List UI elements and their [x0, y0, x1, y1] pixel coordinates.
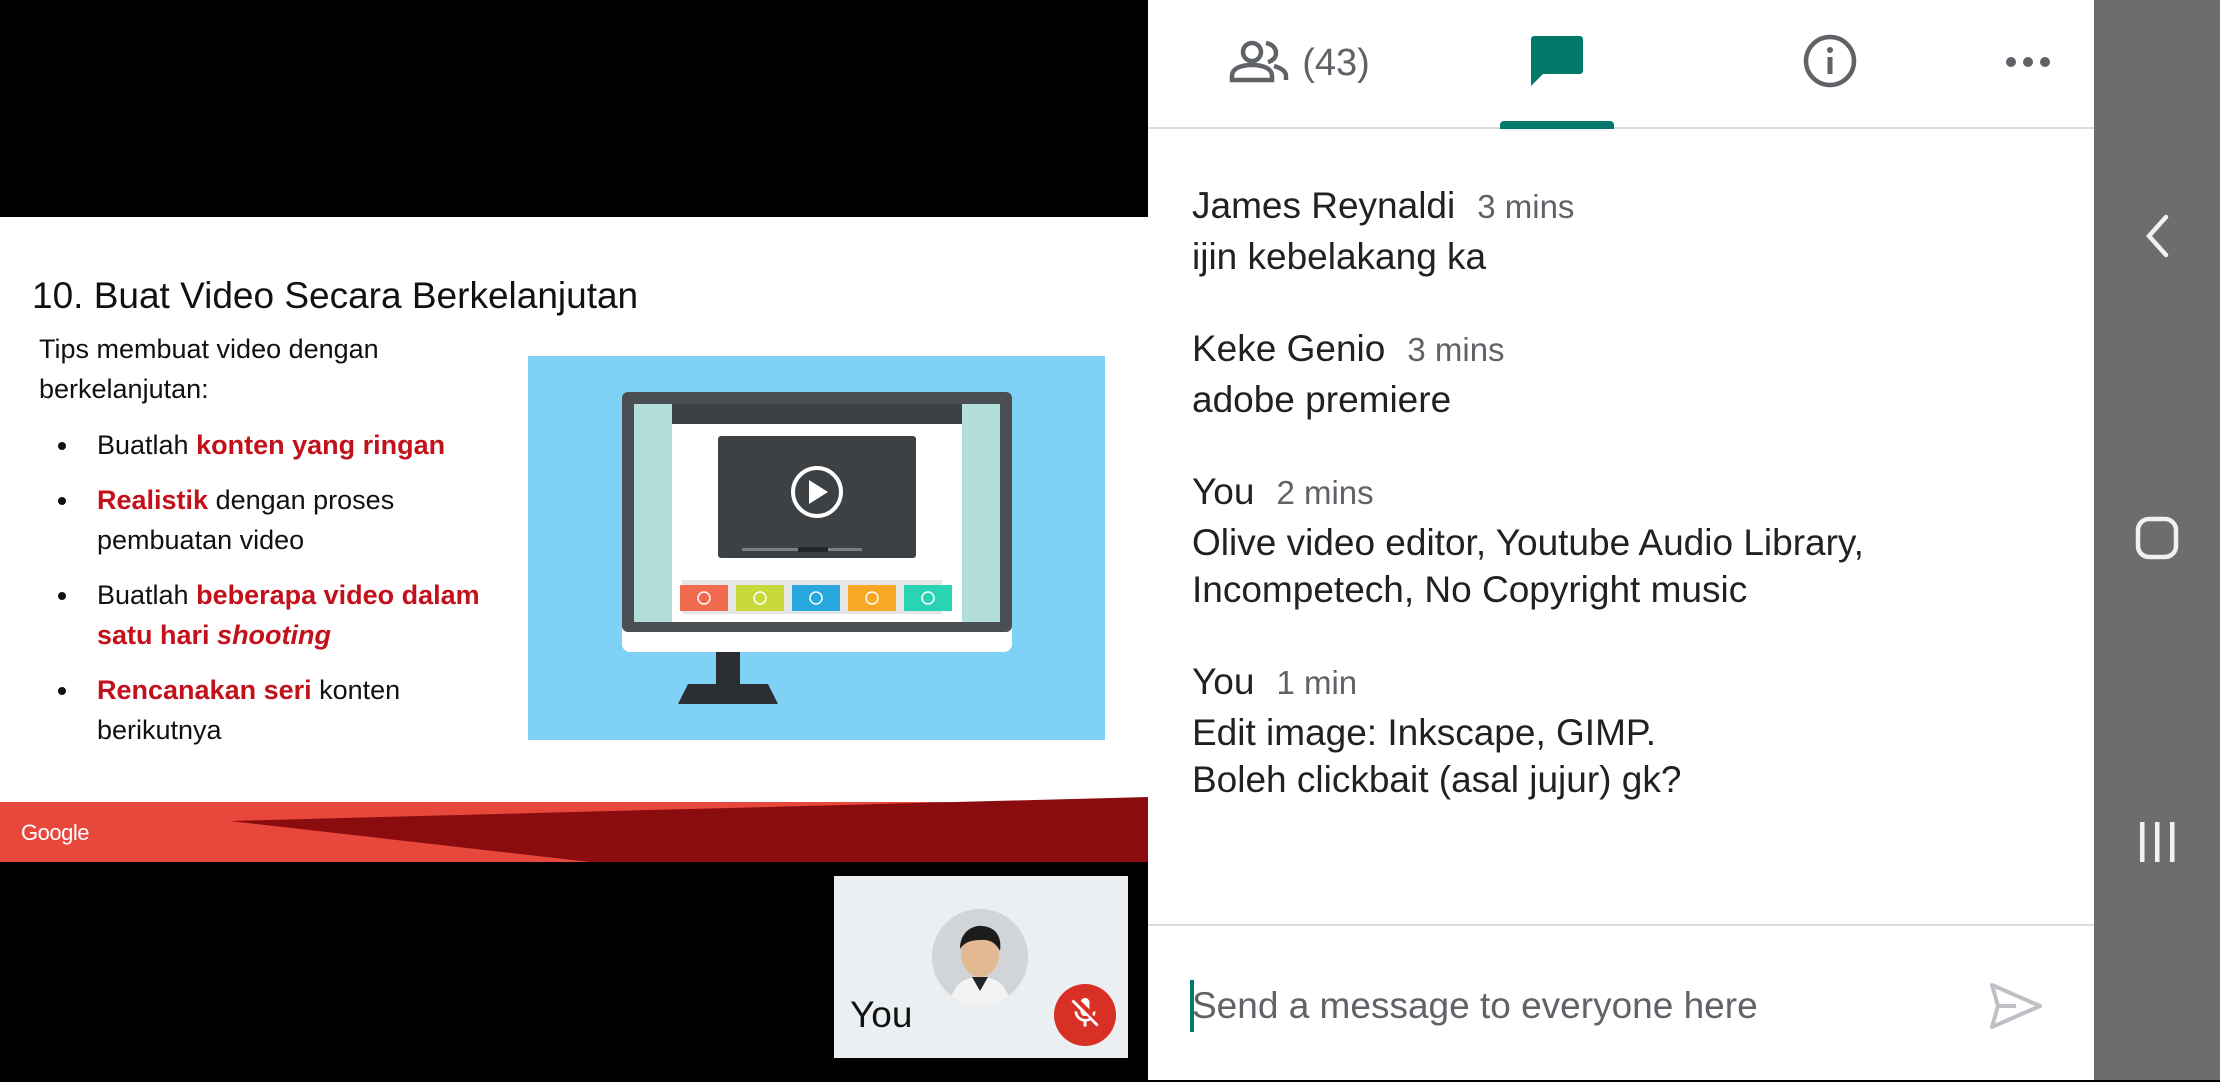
- avatar: [932, 909, 1028, 1005]
- chat-message-header: James Reynaldi 3 mins: [1192, 185, 2062, 227]
- message-sender: Keke Genio: [1192, 328, 1386, 369]
- message-sender: You: [1192, 661, 1255, 702]
- mic-off-icon: [1067, 995, 1103, 1036]
- slide-bullet-item: Buatlah beberapa video dalam satu hari s…: [58, 575, 518, 655]
- message-timestamp: 2 mins: [1276, 474, 1374, 511]
- chat-bubble-icon: [1529, 34, 1585, 93]
- google-logo: Google: [21, 820, 89, 845]
- chat-message-list: James Reynaldi 3 mins ijin kebelakang ka Ke…: [1192, 185, 2062, 851]
- slide-bullet-item: Rencanakan seri konten berikutnya: [58, 670, 518, 750]
- bullet-text: Buatlah: [97, 430, 197, 460]
- message-text: Edit image: Inkscape, GIMP. Boleh clickb…: [1192, 712, 1682, 800]
- message-timestamp: 1 min: [1276, 664, 1358, 701]
- active-tab-indicator: [1500, 121, 1614, 129]
- presentation-slide: 10. Buat Video Secara Berkelanjutan Tips…: [0, 217, 1148, 862]
- side-panel: (43) James Reynaldi 3 mins ijin kebelaka…: [1148, 0, 2094, 1080]
- chat-message-header: You 2 mins: [1192, 471, 2062, 513]
- tab-info[interactable]: [1792, 0, 1868, 127]
- nav-back-button[interactable]: [2127, 208, 2187, 268]
- more-horizontal-icon: [2005, 55, 2051, 73]
- slide-title: 10. Buat Video Secara Berkelanjutan: [32, 275, 639, 316]
- home-icon: [2133, 514, 2181, 567]
- bullet-highlight-text: konten yang ringan: [196, 430, 446, 460]
- presentation-stage: 10. Buat Video Secara Berkelanjutan Tips…: [0, 0, 1148, 1080]
- message-sender: James Reynaldi: [1192, 185, 1456, 226]
- slide-bullet-item: Buatlah konten yang ringan: [58, 425, 518, 465]
- recents-icon: [2136, 820, 2178, 869]
- panel-tab-bar: (43): [1148, 0, 2094, 129]
- chat-message: You 1 min Edit image: Inkscape, GIMP. Bole…: [1192, 661, 2062, 803]
- chat-message: James Reynaldi 3 mins ijin kebelakang ka: [1192, 185, 2062, 280]
- self-view-tile[interactable]: You: [834, 876, 1128, 1058]
- mic-off-button[interactable]: [1054, 984, 1116, 1046]
- chat-compose-bar: [1148, 924, 2094, 1082]
- self-view-label: You: [850, 994, 913, 1035]
- send-button[interactable]: [1986, 978, 2046, 1038]
- chat-message-input[interactable]: [1192, 978, 1952, 1034]
- tab-people[interactable]: (43): [1204, 0, 1394, 127]
- nav-home-button[interactable]: [2127, 510, 2187, 570]
- slide-bullet-list: Buatlah konten yang ringan Realistik deng…: [58, 425, 518, 765]
- message-timestamp: 3 mins: [1477, 188, 1575, 225]
- more-options-button[interactable]: [1990, 0, 2066, 127]
- bullet-text: Buatlah: [97, 580, 197, 610]
- bullet-highlight-text: shooting: [217, 620, 332, 650]
- slide-footer-banner: [0, 797, 1148, 862]
- people-icon: [1228, 38, 1290, 89]
- slide-bullet-item: Realistik dengan proses pembuatan video: [58, 480, 518, 560]
- slide-intro: Tips membuat video dengan berkelanjutan:: [39, 334, 379, 404]
- chat-message: You 2 mins Olive video editor, Youtube Aud…: [1192, 471, 2062, 613]
- message-timestamp: 3 mins: [1407, 331, 1505, 368]
- bullet-highlight-text: Rencanakan seri: [97, 675, 312, 705]
- message-text: ijin kebelakang ka: [1192, 236, 1487, 277]
- message-sender: You: [1192, 471, 1255, 512]
- chat-message: Keke Genio 3 mins adobe premiere: [1192, 328, 2062, 423]
- bullet-highlight-text: Realistik: [97, 485, 209, 515]
- chat-message-header: Keke Genio 3 mins: [1192, 328, 2062, 370]
- message-text: adobe premiere: [1192, 379, 1452, 420]
- info-icon: [1802, 33, 1858, 94]
- system-navigation-bar: [2094, 0, 2220, 1080]
- back-icon: [2140, 211, 2174, 266]
- send-icon: [1988, 981, 2044, 1036]
- tab-chat[interactable]: [1500, 0, 1614, 129]
- video-monitor-illustration: [528, 356, 1105, 740]
- participant-count: (43): [1302, 42, 1370, 84]
- nav-recents-button[interactable]: [2127, 814, 2187, 874]
- message-text: Olive video editor, Youtube Audio Librar…: [1192, 522, 1864, 610]
- chat-message-header: You 1 min: [1192, 661, 2062, 703]
